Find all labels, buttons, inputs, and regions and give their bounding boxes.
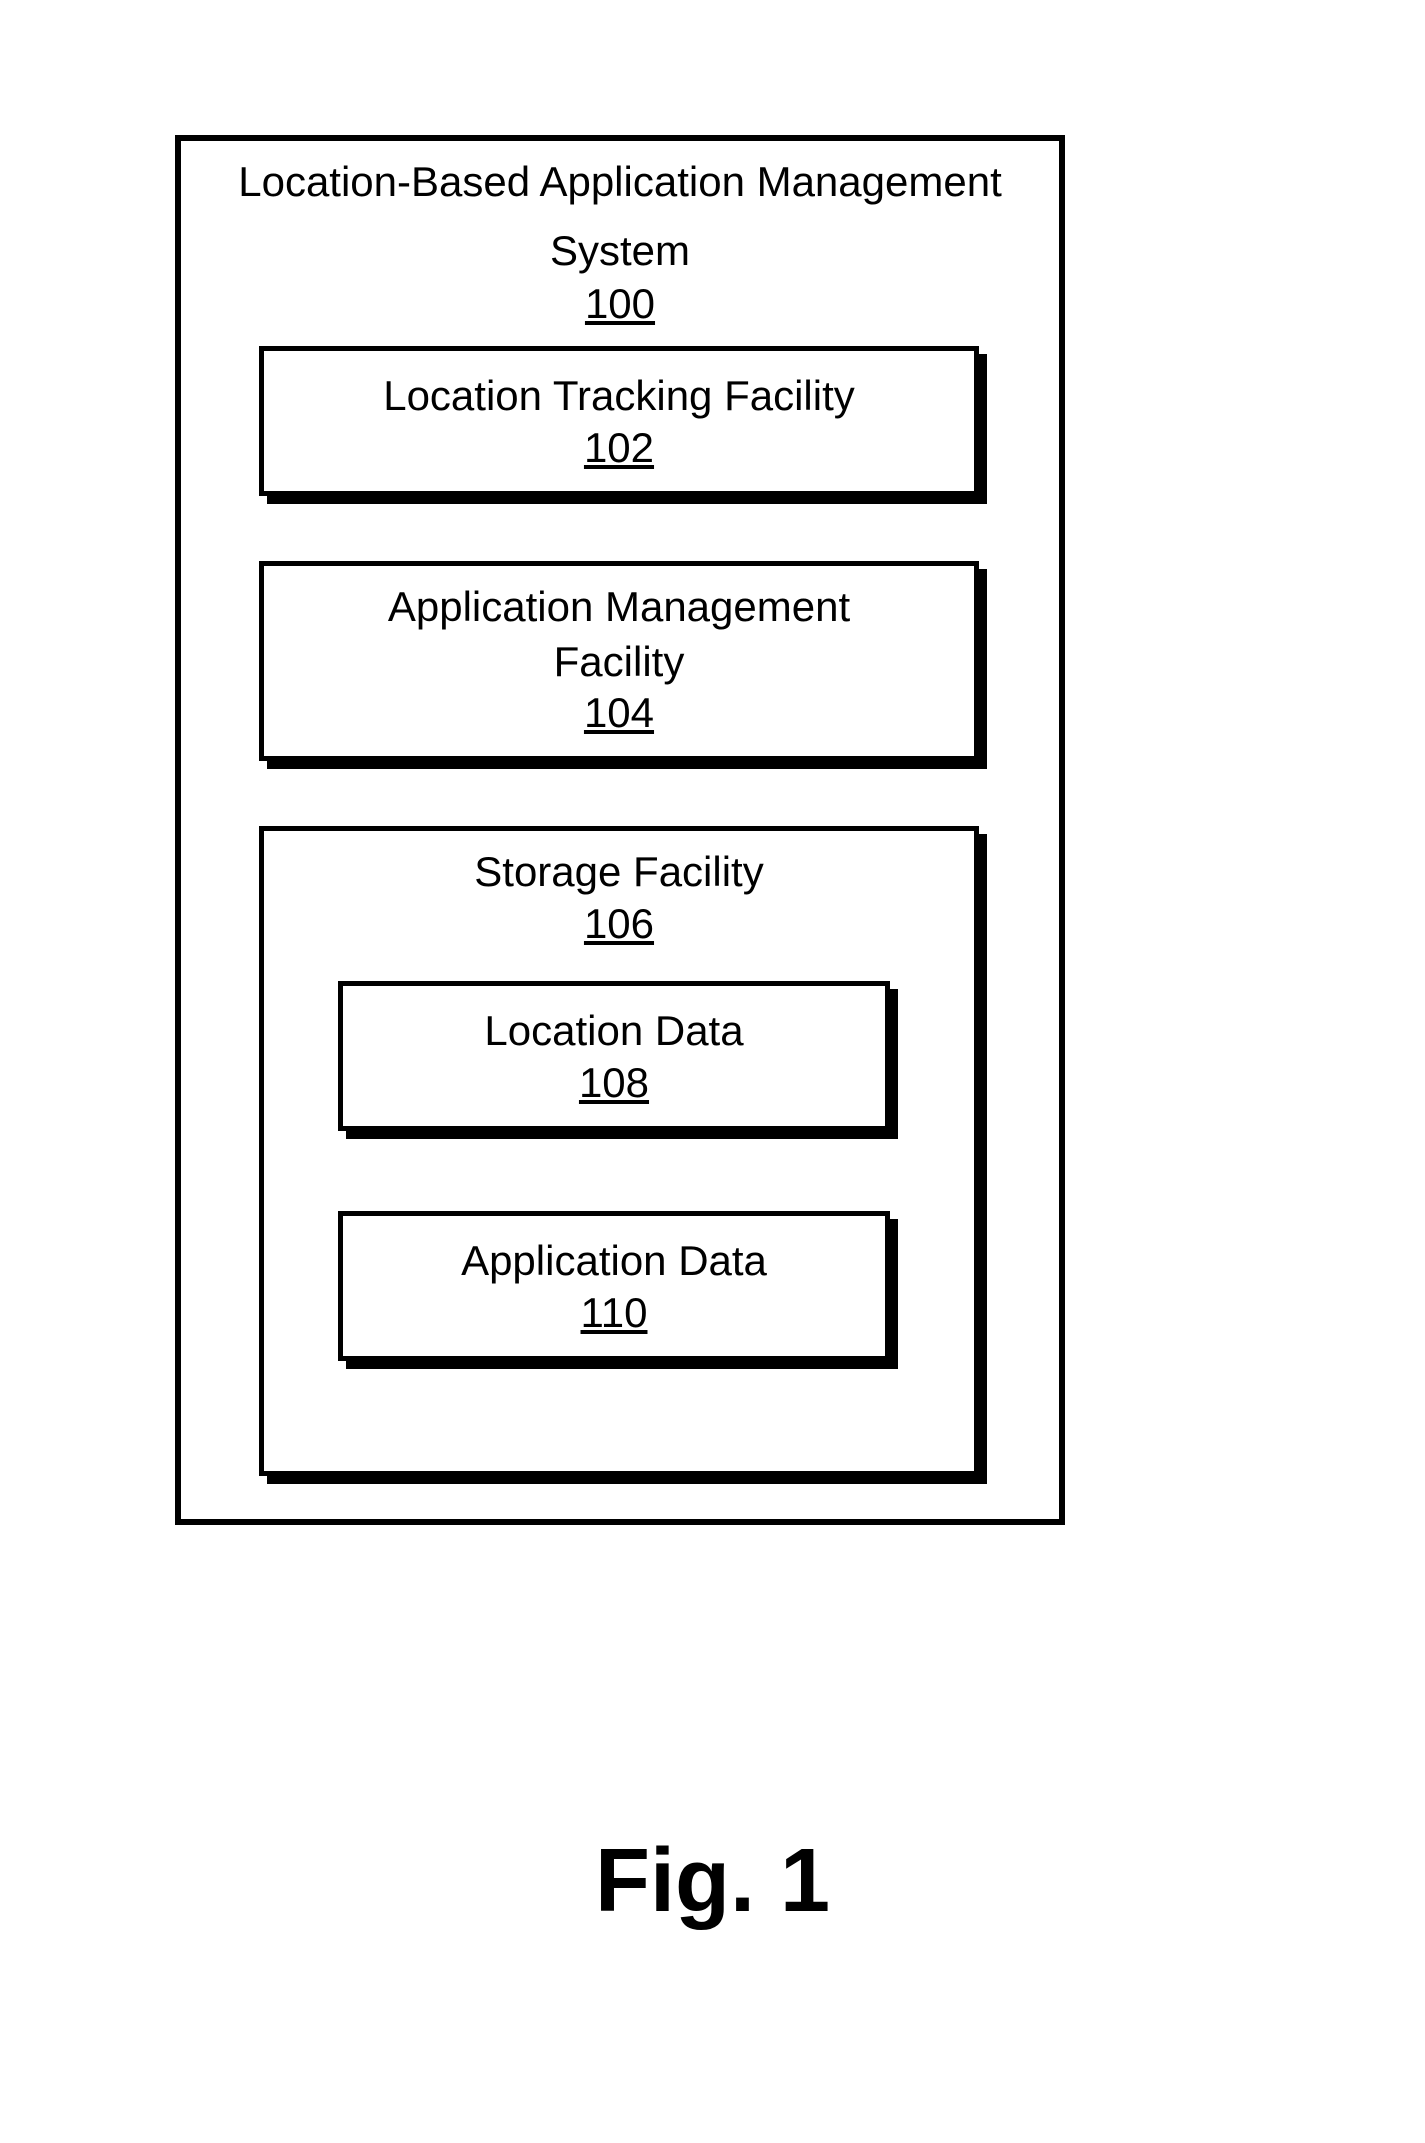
box-108-title: Location Data [343, 1004, 885, 1059]
box-108-ref: 108 [343, 1059, 885, 1107]
box-102-ref: 102 [264, 424, 974, 472]
box-110-title: Application Data [343, 1234, 885, 1289]
box-104-title-line1: Application Management [264, 580, 974, 635]
system-title-line1: Location-Based Application Management [181, 141, 1059, 210]
box-102-title: Location Tracking Facility [264, 369, 974, 424]
application-management-facility-box: Application Management Facility 104 [259, 561, 979, 761]
figure-label: Fig. 1 [0, 1830, 1425, 1933]
system-container: Location-Based Application Management Sy… [175, 135, 1065, 1525]
box-104-ref: 104 [264, 689, 974, 737]
box-106-title: Storage Facility [264, 845, 974, 900]
box-106-ref: 106 [264, 900, 974, 948]
location-tracking-facility-box: Location Tracking Facility 102 [259, 346, 979, 496]
system-title-line2: System [181, 210, 1059, 279]
location-data-box: Location Data 108 [338, 981, 890, 1131]
system-ref: 100 [181, 280, 1059, 328]
application-data-box: Application Data 110 [338, 1211, 890, 1361]
box-104-title-line2: Facility [264, 635, 974, 690]
box-110-ref: 110 [343, 1289, 885, 1337]
storage-facility-box: Storage Facility 106 Location Data 108 A… [259, 826, 979, 1476]
